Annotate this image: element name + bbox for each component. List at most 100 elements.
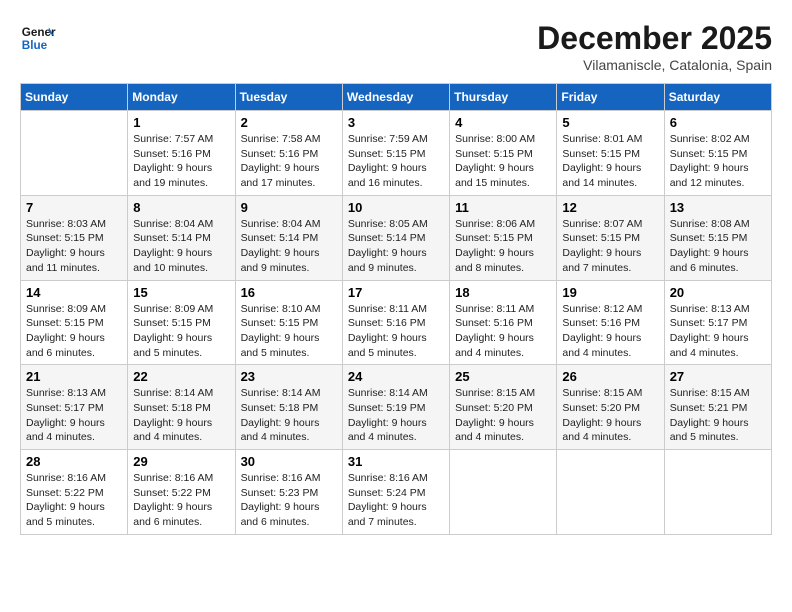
calendar-cell: 28Sunrise: 8:16 AMSunset: 5:22 PMDayligh… [21, 450, 128, 535]
weekday-header-thursday: Thursday [450, 84, 557, 111]
day-number: 27 [670, 369, 766, 384]
calendar-cell: 12 Sunrise: 8:07 AMSunset: 5:15 PMDayligh… [557, 195, 664, 280]
day-number: 5 [562, 115, 658, 130]
day-info: Sunrise: 8:05 AMSunset: 5:14 PMDaylight:… [348, 217, 444, 276]
calendar-week-row: 21 Sunrise: 8:13 AMSunset: 5:17 PMDayligh… [21, 365, 772, 450]
day-number: 12 [562, 200, 658, 215]
calendar-cell: 21 Sunrise: 8:13 AMSunset: 5:17 PMDayligh… [21, 365, 128, 450]
day-info: Sunrise: 8:11 AMSunset: 5:16 PMDaylight:… [455, 302, 551, 361]
day-number: 10 [348, 200, 444, 215]
calendar-cell: 19 Sunrise: 8:12 AMSunset: 5:16 PMDayligh… [557, 280, 664, 365]
day-info: Sunrise: 8:03 AMSunset: 5:15 PMDaylight:… [26, 217, 122, 276]
calendar-cell: 6 Sunrise: 8:02 AMSunset: 5:15 PMDaylight… [664, 111, 771, 196]
day-number: 7 [26, 200, 122, 215]
day-info: Sunrise: 8:10 AMSunset: 5:15 PMDaylight:… [241, 302, 337, 361]
day-number: 28 [26, 454, 122, 469]
day-info: Sunrise: 8:09 AMSunset: 5:15 PMDaylight:… [26, 302, 122, 361]
day-info: Sunrise: 8:15 AMSunset: 5:20 PMDaylight:… [562, 386, 658, 445]
day-number: 2 [241, 115, 337, 130]
day-number: 16 [241, 285, 337, 300]
weekday-header-friday: Friday [557, 84, 664, 111]
calendar-cell [557, 450, 664, 535]
day-number: 30 [241, 454, 337, 469]
day-number: 6 [670, 115, 766, 130]
calendar-cell: 30 Sunrise: 8:16 AMSunset: 5:23 PMDayligh… [235, 450, 342, 535]
day-info: Sunrise: 7:59 AMSunset: 5:15 PMDaylight:… [348, 132, 444, 191]
calendar-cell: 5Sunrise: 8:01 AMSunset: 5:15 PMDaylight… [557, 111, 664, 196]
calendar-cell: 2 Sunrise: 7:58 AMSunset: 5:16 PMDaylight… [235, 111, 342, 196]
day-number: 15 [133, 285, 229, 300]
calendar-week-row: 7 Sunrise: 8:03 AMSunset: 5:15 PMDaylight… [21, 195, 772, 280]
calendar-cell [21, 111, 128, 196]
day-info: Sunrise: 7:57 AMSunset: 5:16 PMDaylight:… [133, 132, 229, 191]
weekday-header-sunday: Sunday [21, 84, 128, 111]
day-info: Sunrise: 8:09 AMSunset: 5:15 PMDaylight:… [133, 302, 229, 361]
weekday-header-monday: Monday [128, 84, 235, 111]
day-info: Sunrise: 8:12 AMSunset: 5:16 PMDaylight:… [562, 302, 658, 361]
day-number: 18 [455, 285, 551, 300]
calendar-cell [664, 450, 771, 535]
day-info: Sunrise: 8:00 AMSunset: 5:15 PMDaylight:… [455, 132, 551, 191]
day-number: 8 [133, 200, 229, 215]
logo-icon: General Blue [20, 20, 56, 56]
day-info: Sunrise: 8:16 AMSunset: 5:23 PMDaylight:… [241, 471, 337, 530]
day-info: Sunrise: 8:11 AMSunset: 5:16 PMDaylight:… [348, 302, 444, 361]
day-number: 29 [133, 454, 229, 469]
day-info: Sunrise: 7:58 AMSunset: 5:16 PMDaylight:… [241, 132, 337, 191]
calendar-cell: 31Sunrise: 8:16 AMSunset: 5:24 PMDayligh… [342, 450, 449, 535]
day-info: Sunrise: 8:08 AMSunset: 5:15 PMDaylight:… [670, 217, 766, 276]
calendar-week-row: 28Sunrise: 8:16 AMSunset: 5:22 PMDayligh… [21, 450, 772, 535]
calendar-cell: 9Sunrise: 8:04 AMSunset: 5:14 PMDaylight… [235, 195, 342, 280]
day-number: 23 [241, 369, 337, 384]
calendar-cell: 16 Sunrise: 8:10 AMSunset: 5:15 PMDayligh… [235, 280, 342, 365]
calendar-cell: 11 Sunrise: 8:06 AMSunset: 5:15 PMDayligh… [450, 195, 557, 280]
day-number: 22 [133, 369, 229, 384]
day-number: 3 [348, 115, 444, 130]
calendar-cell: 3 Sunrise: 7:59 AMSunset: 5:15 PMDaylight… [342, 111, 449, 196]
calendar-cell: 23Sunrise: 8:14 AMSunset: 5:18 PMDayligh… [235, 365, 342, 450]
day-number: 24 [348, 369, 444, 384]
calendar-week-row: 1 Sunrise: 7:57 AMSunset: 5:16 PMDaylight… [21, 111, 772, 196]
day-info: Sunrise: 8:13 AMSunset: 5:17 PMDaylight:… [26, 386, 122, 445]
calendar-cell: 10 Sunrise: 8:05 AMSunset: 5:14 PMDayligh… [342, 195, 449, 280]
calendar-cell: 20Sunrise: 8:13 AMSunset: 5:17 PMDayligh… [664, 280, 771, 365]
calendar-cell: 27 Sunrise: 8:15 AMSunset: 5:21 PMDayligh… [664, 365, 771, 450]
calendar-cell: 4Sunrise: 8:00 AMSunset: 5:15 PMDaylight… [450, 111, 557, 196]
day-number: 25 [455, 369, 551, 384]
calendar-cell: 26 Sunrise: 8:15 AMSunset: 5:20 PMDayligh… [557, 365, 664, 450]
day-number: 26 [562, 369, 658, 384]
day-number: 21 [26, 369, 122, 384]
calendar-cell: 8 Sunrise: 8:04 AMSunset: 5:14 PMDaylight… [128, 195, 235, 280]
day-info: Sunrise: 8:06 AMSunset: 5:15 PMDaylight:… [455, 217, 551, 276]
day-number: 1 [133, 115, 229, 130]
calendar-week-row: 14 Sunrise: 8:09 AMSunset: 5:15 PMDayligh… [21, 280, 772, 365]
day-number: 13 [670, 200, 766, 215]
day-number: 20 [670, 285, 766, 300]
weekday-header-wednesday: Wednesday [342, 84, 449, 111]
location-title: Vilamaniscle, Catalonia, Spain [537, 57, 772, 73]
day-number: 14 [26, 285, 122, 300]
day-number: 17 [348, 285, 444, 300]
day-info: Sunrise: 8:07 AMSunset: 5:15 PMDaylight:… [562, 217, 658, 276]
logo: General Blue [20, 20, 56, 56]
day-info: Sunrise: 8:14 AMSunset: 5:19 PMDaylight:… [348, 386, 444, 445]
title-area: December 2025 Vilamaniscle, Catalonia, S… [537, 20, 772, 73]
calendar-cell: 7 Sunrise: 8:03 AMSunset: 5:15 PMDaylight… [21, 195, 128, 280]
day-number: 19 [562, 285, 658, 300]
day-info: Sunrise: 8:02 AMSunset: 5:15 PMDaylight:… [670, 132, 766, 191]
calendar-cell: 13 Sunrise: 8:08 AMSunset: 5:15 PMDayligh… [664, 195, 771, 280]
day-info: Sunrise: 8:04 AMSunset: 5:14 PMDaylight:… [133, 217, 229, 276]
calendar-cell: 15 Sunrise: 8:09 AMSunset: 5:15 PMDayligh… [128, 280, 235, 365]
calendar-cell: 14 Sunrise: 8:09 AMSunset: 5:15 PMDayligh… [21, 280, 128, 365]
page-header: General Blue December 2025 Vilamaniscle,… [20, 20, 772, 73]
day-info: Sunrise: 8:15 AMSunset: 5:21 PMDaylight:… [670, 386, 766, 445]
calendar-cell: 18 Sunrise: 8:11 AMSunset: 5:16 PMDayligh… [450, 280, 557, 365]
day-number: 9 [241, 200, 337, 215]
calendar-cell: 17 Sunrise: 8:11 AMSunset: 5:16 PMDayligh… [342, 280, 449, 365]
weekday-header-saturday: Saturday [664, 84, 771, 111]
calendar-cell: 25Sunrise: 8:15 AMSunset: 5:20 PMDayligh… [450, 365, 557, 450]
calendar-cell: 29Sunrise: 8:16 AMSunset: 5:22 PMDayligh… [128, 450, 235, 535]
weekday-header-row: SundayMondayTuesdayWednesdayThursdayFrid… [21, 84, 772, 111]
day-number: 11 [455, 200, 551, 215]
calendar-cell: 22Sunrise: 8:14 AMSunset: 5:18 PMDayligh… [128, 365, 235, 450]
